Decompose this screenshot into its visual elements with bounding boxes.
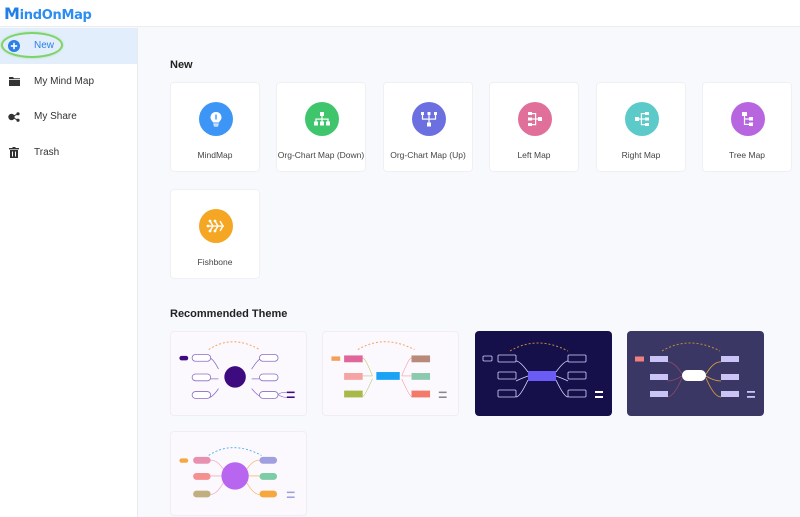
template-icon-circle — [731, 102, 765, 136]
template-card-org-chart-up[interactable]: Org-Chart Map (Up) — [383, 82, 473, 172]
lightbulb-icon — [210, 112, 222, 127]
sidebar-item-label: My Share — [34, 111, 77, 123]
theme-preview-pastel-circle — [179, 447, 295, 499]
template-icon-circle — [412, 102, 446, 136]
template-card-tree-map[interactable]: Tree Map — [702, 82, 792, 172]
logo-m: M — [4, 3, 20, 23]
template-icon-circle — [199, 209, 233, 243]
left-map-icon — [528, 112, 542, 126]
template-label: MindMap — [197, 150, 233, 160]
template-card-fishbone[interactable]: Fishbone — [170, 189, 260, 279]
template-label: Tree Map — [728, 150, 766, 160]
template-icon-circle — [199, 102, 233, 136]
template-label: Org-Chart Map (Up) — [390, 150, 466, 160]
sidebar-item-label: New — [34, 40, 55, 52]
right-map-icon — [635, 112, 649, 126]
org-chart-up-icon — [421, 112, 437, 127]
sidebar-item-trash[interactable]: Trash — [0, 135, 137, 171]
template-card-mindmap[interactable]: MindMap — [170, 82, 260, 172]
sidebar-item-label: Trash — [34, 146, 60, 158]
template-label: Left Map — [517, 150, 551, 160]
template-label: Fishbone — [197, 257, 233, 267]
theme-preview-purple-outline — [179, 341, 295, 399]
main-content: New MindMap Org-Chart Map (Down) Org-Cha… — [139, 28, 800, 517]
template-icon-circle — [625, 102, 659, 136]
theme-preview-colorful-blocks — [331, 341, 447, 399]
template-label: Right Map — [621, 150, 661, 160]
folder-icon — [7, 74, 21, 88]
org-chart-down-icon — [314, 112, 330, 126]
theme-card-slate-purple[interactable] — [627, 331, 764, 416]
template-card-left-map[interactable]: Left Map — [489, 82, 579, 172]
new-section-title: New — [170, 59, 193, 71]
theme-preview-dark-navy — [482, 342, 603, 398]
template-label: Org-Chart Map (Down) — [277, 150, 365, 160]
theme-preview-slate-purple — [635, 342, 755, 398]
theme-card-colorful-blocks[interactable] — [322, 331, 459, 416]
trash-icon — [7, 145, 21, 159]
sidebar-item-label: My Mind Map — [34, 75, 95, 87]
recommended-theme-title: Recommended Theme — [170, 308, 288, 320]
sidebar: New My Mind Map My Share Trash — [0, 28, 138, 517]
logo-text: indOnMap — [19, 7, 92, 23]
app-header: MindOnMap — [0, 0, 800, 27]
theme-card-purple-outline[interactable] — [170, 331, 307, 416]
tree-map-icon — [742, 112, 753, 126]
template-card-right-map[interactable]: Right Map — [596, 82, 686, 172]
plus-circle-icon — [7, 39, 21, 53]
sidebar-item-new[interactable]: New — [0, 28, 137, 64]
sidebar-item-my-mind-map[interactable]: My Mind Map — [0, 64, 137, 100]
template-card-org-chart-down[interactable]: Org-Chart Map (Down) — [276, 82, 366, 172]
theme-card-dark-navy[interactable] — [475, 331, 612, 416]
sidebar-item-my-share[interactable]: My Share — [0, 99, 137, 135]
share-icon — [7, 110, 21, 124]
template-icon-circle — [305, 102, 339, 136]
template-icon-circle — [518, 102, 552, 136]
fishbone-icon — [206, 219, 224, 233]
theme-card-pastel-circle[interactable] — [170, 431, 307, 516]
mindonmap-logo[interactable]: MindOnMap — [4, 4, 92, 23]
